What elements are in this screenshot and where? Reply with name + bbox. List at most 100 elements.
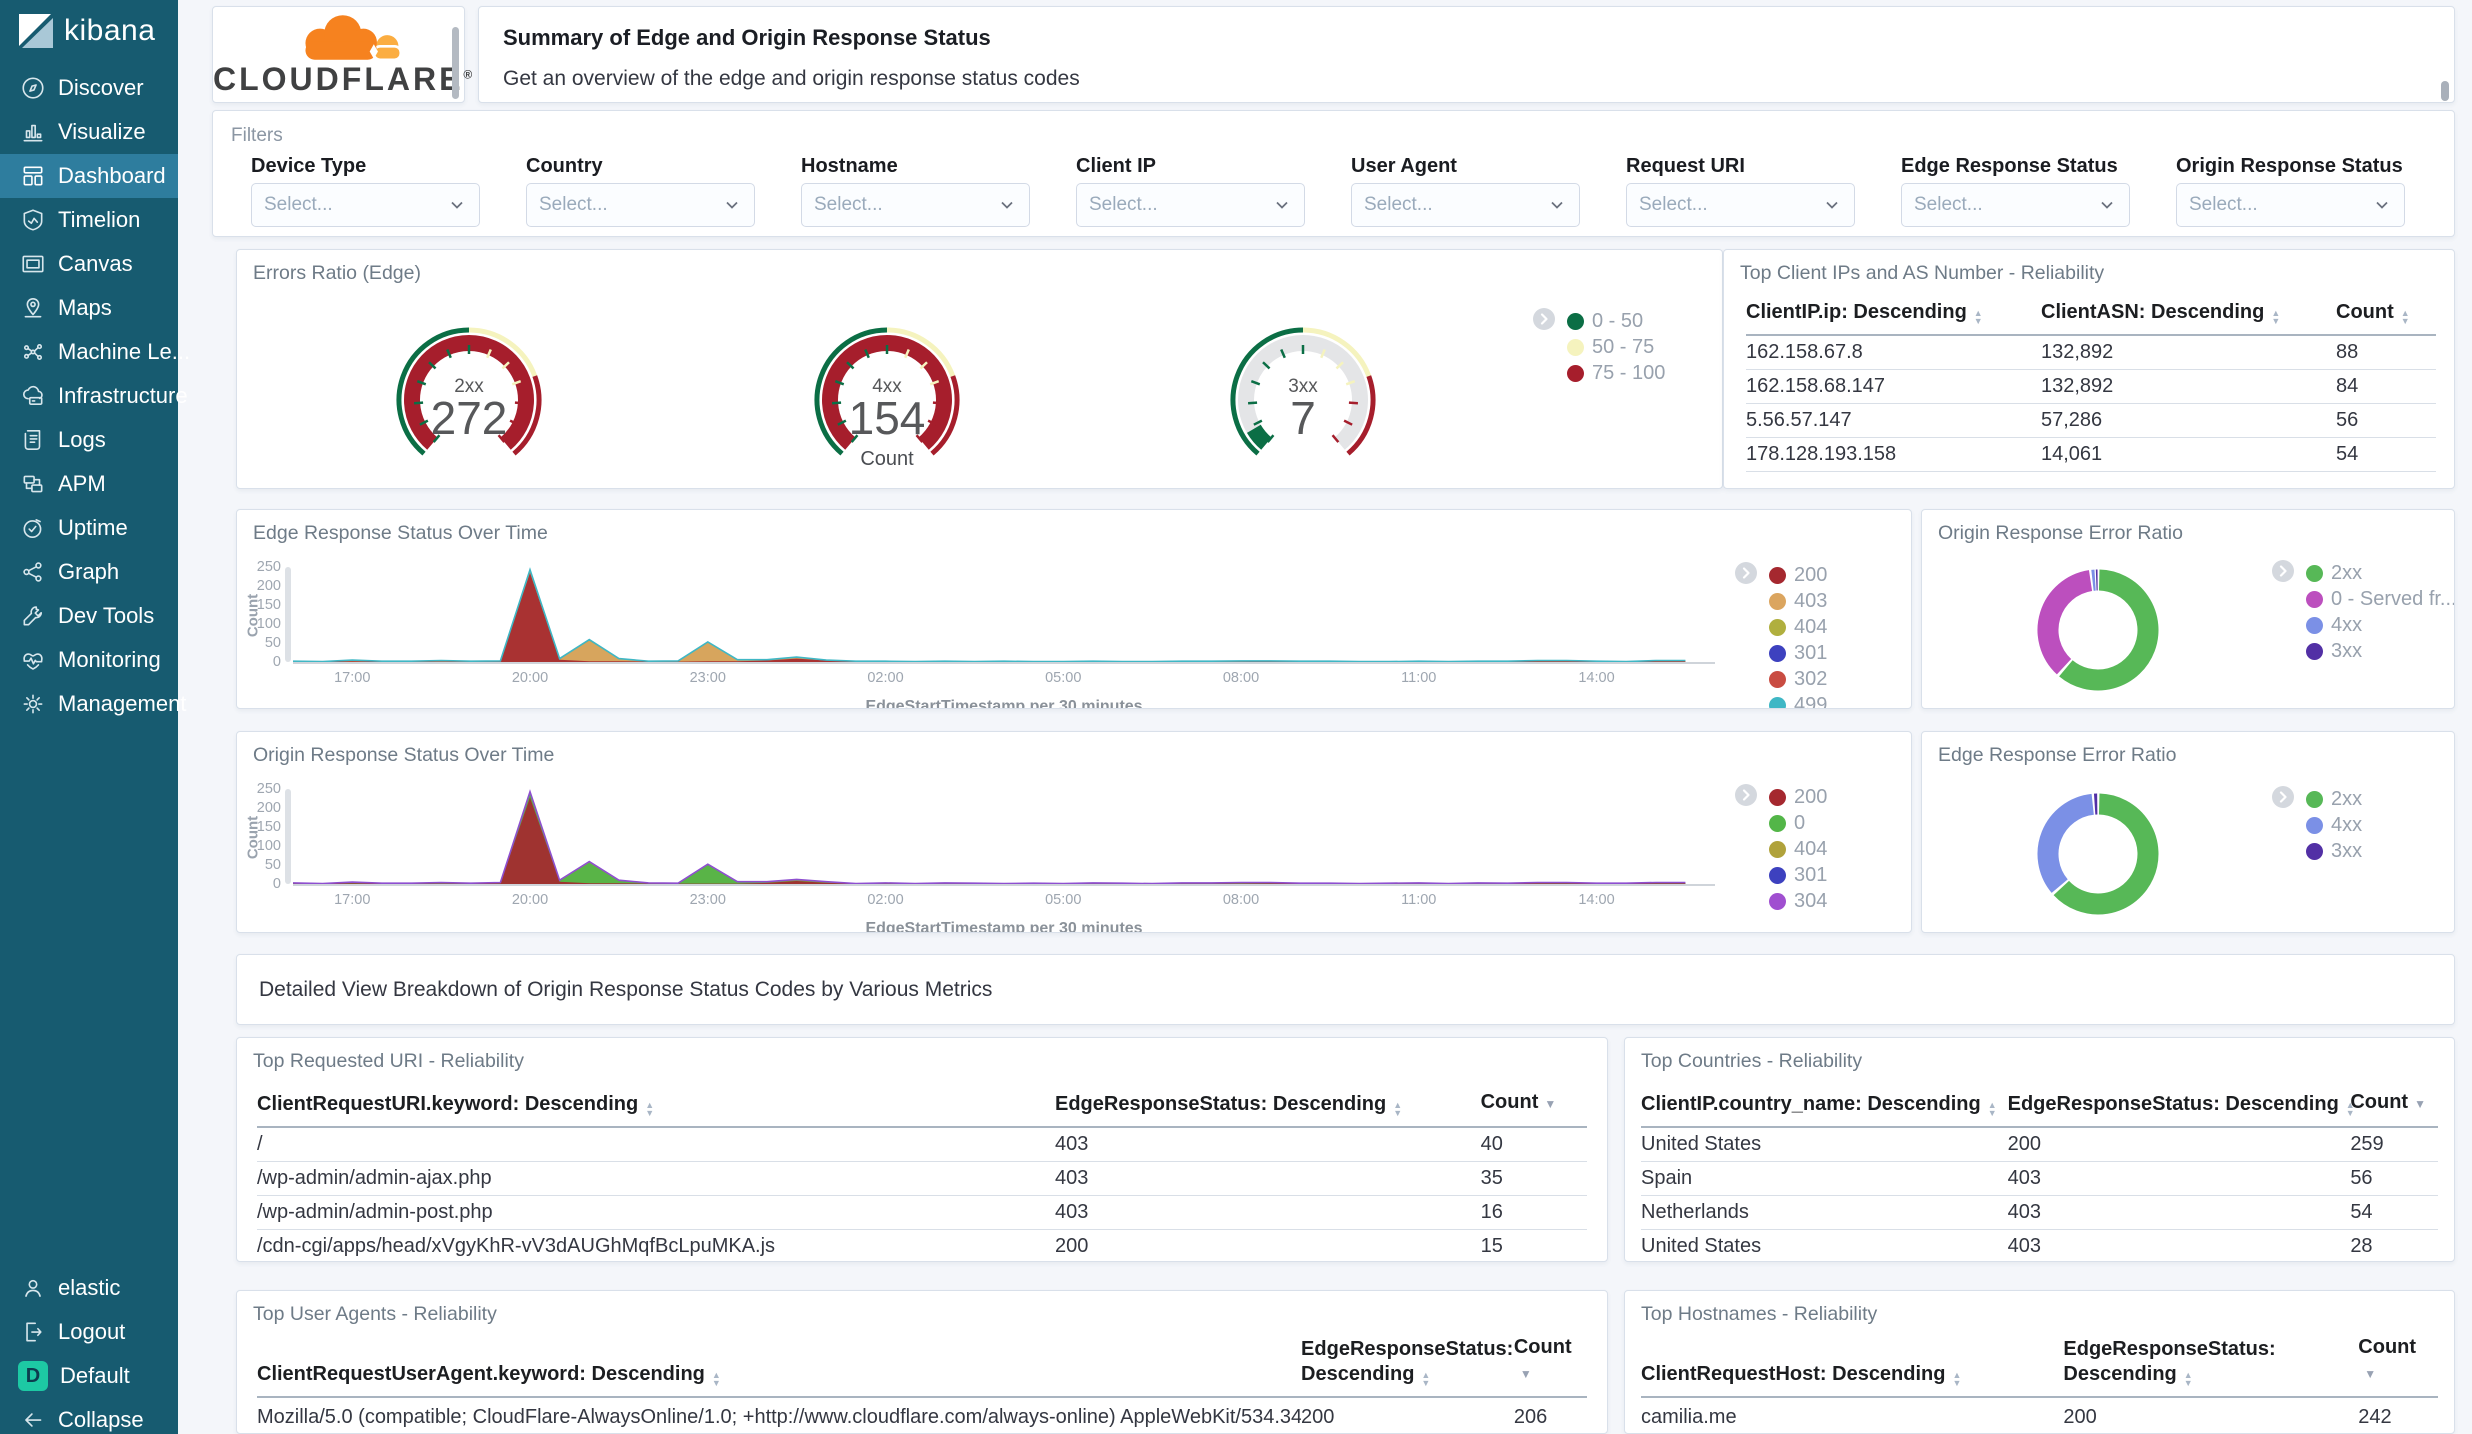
- sidebar-item-timelion[interactable]: Timelion: [0, 198, 178, 242]
- sidebar-item-logs[interactable]: Logs: [0, 418, 178, 462]
- sort-icon[interactable]: ▲ ▼: [2184, 1371, 2193, 1388]
- sort-icon[interactable]: ▲ ▼: [1952, 1371, 1961, 1388]
- table-cell: /cdn-cgi/apps/head/xVgyKhR-vV3dAUGhMqfBc…: [257, 1235, 776, 1257]
- sort-icon[interactable]: ▲ ▼: [2271, 309, 2280, 326]
- column-header[interactable]: EdgeResponseStatus: Descending ▲ ▼: [2063, 1337, 2358, 1388]
- sort-desc-icon[interactable]: ▼: [1544, 1097, 1556, 1111]
- table-row[interactable]: 178.128.193.158 14,061 54: [1746, 438, 2436, 472]
- legend-item[interactable]: 50 - 75: [1533, 334, 1665, 360]
- sidebar-item-apm[interactable]: APM: [0, 462, 178, 506]
- select-placeholder: Select...: [814, 194, 883, 215]
- filter-select-hostname[interactable]: Select...: [801, 183, 1030, 227]
- legend-item[interactable]: 2xx: [2272, 559, 2454, 587]
- sidebar-item-elastic[interactable]: elastic: [0, 1266, 178, 1310]
- table-row[interactable]: 162.158.68.147 132,892 84: [1746, 370, 2436, 404]
- column-header[interactable]: ClientIP.ip: Descending ▲ ▼: [1746, 300, 2041, 326]
- table-row[interactable]: Mozilla/5.0 (compatible; CloudFlare-Alwa…: [257, 1398, 1587, 1433]
- table-row[interactable]: 162.158.67.8 132,892 88: [1746, 336, 2436, 370]
- column-header[interactable]: ClientIP.country_name: Descending ▲ ▼: [1641, 1092, 2008, 1118]
- legend-item[interactable]: 4xx: [2272, 612, 2454, 638]
- legend-item[interactable]: 3xx: [2272, 638, 2454, 664]
- sort-icon[interactable]: ▲ ▼: [645, 1101, 654, 1118]
- sidebar-item-machine-le[interactable]: Machine Le...: [0, 330, 190, 374]
- sidebar-item-management[interactable]: Management: [0, 682, 186, 726]
- sort-icon[interactable]: ▲ ▼: [1988, 1101, 1997, 1118]
- sidebar-item-default[interactable]: D Default: [0, 1354, 178, 1398]
- column-header[interactable]: Count ▼: [2350, 1090, 2438, 1117]
- column-header[interactable]: ClientRequestUserAgent.keyword: Descendi…: [257, 1362, 1301, 1388]
- sidebar-item-uptime[interactable]: Uptime: [0, 506, 178, 550]
- table-cell: 200: [2007, 1133, 2041, 1155]
- y-tick-label: 0: [272, 876, 281, 892]
- sort-desc-icon[interactable]: ▼: [1520, 1367, 1532, 1381]
- table-row[interactable]: /cdn-cgi/apps/head/xVgyKhR-vV3dAUGhMqfBc…: [257, 1230, 1587, 1261]
- column-header[interactable]: Count ▲ ▼: [2336, 300, 2436, 326]
- sidebar-item-collapse[interactable]: Collapse: [0, 1398, 178, 1434]
- edge-error-donut[interactable]: [2028, 784, 2168, 929]
- table-cell: camilia.me: [1641, 1406, 1737, 1428]
- visualize-icon: [20, 119, 46, 145]
- filter-select-client-ip[interactable]: Select...: [1076, 183, 1305, 227]
- filter-select-device-type[interactable]: Select...: [251, 183, 480, 227]
- column-header[interactable]: EdgeResponseStatus: Descending ▲ ▼: [2008, 1092, 2355, 1118]
- table-row[interactable]: /wp-admin/admin-post.php 403 16: [257, 1196, 1587, 1230]
- sidebar-item-dev-tools[interactable]: Dev Tools: [0, 594, 178, 638]
- filter-select-country[interactable]: Select...: [526, 183, 755, 227]
- gauge-4xx[interactable]: 4xx154: [792, 308, 982, 468]
- legend-item[interactable]: 2xx: [2272, 785, 2362, 813]
- legend-item[interactable]: 3xx: [2272, 838, 2362, 864]
- filter-select-edge-response-status[interactable]: Select...: [1901, 183, 2130, 227]
- table-row[interactable]: United States 403 28: [1641, 1230, 2438, 1261]
- table-cell: 40: [1480, 1133, 1503, 1155]
- sidebar-item-graph[interactable]: Graph: [0, 550, 178, 594]
- filter-select-request-uri[interactable]: Select...: [1626, 183, 1855, 227]
- column-header[interactable]: Count ▼: [2358, 1335, 2438, 1387]
- column-header[interactable]: ClientASN: Descending ▲ ▼: [2041, 300, 2336, 326]
- expand-legend-icon[interactable]: [1533, 307, 1555, 335]
- column-header[interactable]: ClientRequestHost: Descending ▲ ▼: [1641, 1362, 2063, 1388]
- table-row[interactable]: / 403 40: [257, 1128, 1587, 1162]
- sidebar-item-canvas[interactable]: Canvas: [0, 242, 178, 286]
- column-header[interactable]: EdgeResponseStatus: Descending ▲ ▼: [1301, 1337, 1514, 1388]
- sidebar-item-logout[interactable]: Logout: [0, 1310, 178, 1354]
- sort-icon[interactable]: ▲ ▼: [2401, 309, 2410, 326]
- sort-desc-icon[interactable]: ▼: [2364, 1367, 2376, 1381]
- origin-error-donut[interactable]: [2028, 560, 2168, 705]
- panel-scrollbar[interactable]: [452, 27, 459, 99]
- gauge-3xx[interactable]: 3xx7: [1208, 308, 1398, 468]
- table-row[interactable]: 5.56.57.147 57,286 56: [1746, 404, 2436, 438]
- sidebar-item-visualize[interactable]: Visualize: [0, 110, 178, 154]
- sidebar-item-maps[interactable]: Maps: [0, 286, 178, 330]
- expand-legend-icon[interactable]: [2272, 559, 2294, 587]
- sort-icon[interactable]: ▲ ▼: [1393, 1101, 1402, 1118]
- legend-item[interactable]: 75 - 100: [1533, 360, 1665, 386]
- sidebar-item-infrastructure[interactable]: Infrastructure: [0, 374, 188, 418]
- sort-desc-icon[interactable]: ▼: [2414, 1097, 2426, 1111]
- sort-icon[interactable]: ▲ ▼: [1421, 1371, 1430, 1388]
- table-cell: 56: [2336, 409, 2359, 431]
- table-row[interactable]: Spain 403 56: [1641, 1162, 2438, 1196]
- gauge-2xx[interactable]: 2xx272: [374, 308, 564, 468]
- panel-title: Top User Agents - Reliability: [253, 1303, 497, 1325]
- legend-item[interactable]: 0 - 50: [1533, 307, 1665, 335]
- legend-item[interactable]: 4xx: [2272, 812, 2362, 838]
- table-row[interactable]: /wp-admin/admin-ajax.php 403 35: [257, 1162, 1587, 1196]
- column-header[interactable]: Count ▼: [1481, 1090, 1587, 1117]
- sidebar-item-discover[interactable]: Discover: [0, 66, 178, 110]
- filter-select-origin-response-status[interactable]: Select...: [2176, 183, 2405, 227]
- table-row[interactable]: Netherlands 403 54: [1641, 1196, 2438, 1230]
- sidebar-item-dashboard[interactable]: Dashboard: [0, 154, 178, 198]
- table-row[interactable]: United States 200 259: [1641, 1128, 2438, 1162]
- expand-legend-icon[interactable]: [2272, 785, 2294, 813]
- column-header[interactable]: EdgeResponseStatus: Descending ▲ ▼: [1055, 1092, 1481, 1118]
- sidebar-item-monitoring[interactable]: Monitoring: [0, 638, 178, 682]
- legend-item[interactable]: 0 - Served fr...: [2272, 586, 2454, 612]
- column-header[interactable]: Count ▼: [1514, 1335, 1587, 1387]
- table-row[interactable]: camilia.me 200 242: [1641, 1398, 2438, 1433]
- filter-select-user-agent[interactable]: Select...: [1351, 183, 1580, 227]
- sort-icon[interactable]: ▲ ▼: [712, 1371, 721, 1388]
- panel-scrollbar[interactable]: [2441, 81, 2449, 101]
- kibana-logo[interactable]: kibana: [0, 0, 178, 62]
- sort-icon[interactable]: ▲ ▼: [1974, 309, 1983, 326]
- column-header[interactable]: ClientRequestURI.keyword: Descending ▲ ▼: [257, 1092, 1055, 1118]
